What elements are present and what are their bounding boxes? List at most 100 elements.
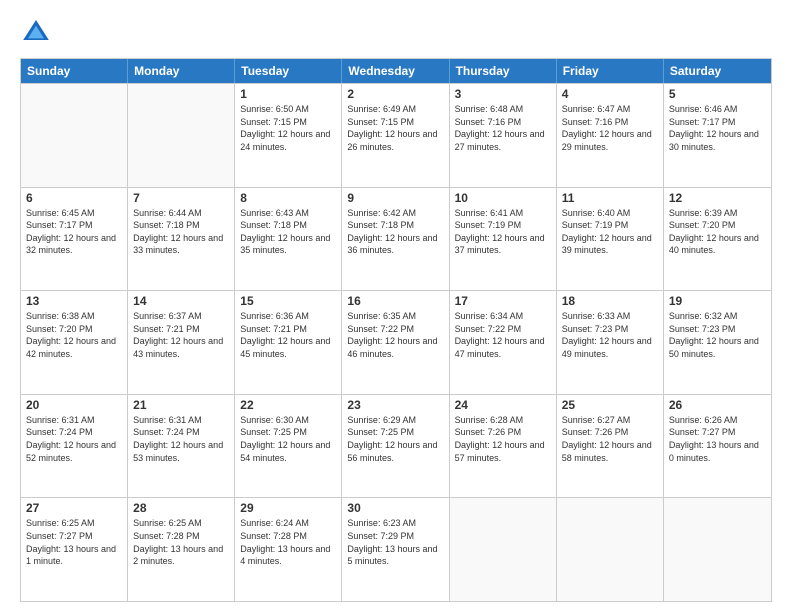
day-number: 6 [26, 191, 122, 205]
day-info: Sunrise: 6:30 AMSunset: 7:25 PMDaylight:… [240, 414, 336, 464]
cal-cell-r0c3: 2 Sunrise: 6:49 AMSunset: 7:15 PMDaylight… [342, 84, 449, 187]
calendar: SundayMondayTuesdayWednesdayThursdayFrid… [20, 58, 772, 602]
day-info: Sunrise: 6:25 AMSunset: 7:27 PMDaylight:… [26, 517, 122, 567]
day-number: 18 [562, 294, 658, 308]
cal-cell-r1c1: 7 Sunrise: 6:44 AMSunset: 7:18 PMDaylight… [128, 188, 235, 291]
day-info: Sunrise: 6:45 AMSunset: 7:17 PMDaylight:… [26, 207, 122, 257]
day-number: 25 [562, 398, 658, 412]
cal-header-wednesday: Wednesday [342, 59, 449, 83]
cal-cell-r4c6 [664, 498, 771, 601]
day-info: Sunrise: 6:40 AMSunset: 7:19 PMDaylight:… [562, 207, 658, 257]
day-number: 16 [347, 294, 443, 308]
logo-icon [20, 16, 52, 48]
day-number: 26 [669, 398, 766, 412]
cal-cell-r3c2: 22 Sunrise: 6:30 AMSunset: 7:25 PMDayligh… [235, 395, 342, 498]
day-number: 20 [26, 398, 122, 412]
cal-cell-r2c6: 19Sunrise: 6:32 AMSunset: 7:23 PMDayligh… [664, 291, 771, 394]
cal-header-friday: Friday [557, 59, 664, 83]
cal-row-3: 20 Sunrise: 6:31 AMSunset: 7:24 PMDayligh… [21, 394, 771, 498]
day-info: Sunrise: 6:42 AMSunset: 7:18 PMDaylight:… [347, 207, 443, 257]
day-info: Sunrise: 6:33 AMSunset: 7:23 PMDaylight:… [562, 310, 658, 360]
day-info: Sunrise: 6:39 AMSunset: 7:20 PMDaylight:… [669, 207, 766, 257]
calendar-header-row: SundayMondayTuesdayWednesdayThursdayFrid… [21, 59, 771, 83]
day-number: 24 [455, 398, 551, 412]
day-number: 4 [562, 87, 658, 101]
day-number: 3 [455, 87, 551, 101]
day-number: 22 [240, 398, 336, 412]
day-number: 5 [669, 87, 766, 101]
cal-cell-r3c6: 26Sunrise: 6:26 AMSunset: 7:27 PMDayligh… [664, 395, 771, 498]
cal-cell-r2c0: 13 Sunrise: 6:38 AMSunset: 7:20 PMDayligh… [21, 291, 128, 394]
cal-row-2: 13 Sunrise: 6:38 AMSunset: 7:20 PMDayligh… [21, 290, 771, 394]
day-number: 1 [240, 87, 336, 101]
day-info: Sunrise: 6:48 AMSunset: 7:16 PMDaylight:… [455, 103, 551, 153]
cal-cell-r3c0: 20 Sunrise: 6:31 AMSunset: 7:24 PMDayligh… [21, 395, 128, 498]
cal-cell-r1c2: 8 Sunrise: 6:43 AMSunset: 7:18 PMDaylight… [235, 188, 342, 291]
day-info: Sunrise: 6:49 AMSunset: 7:15 PMDaylight:… [347, 103, 443, 153]
day-number: 10 [455, 191, 551, 205]
cal-cell-r4c3: 30Sunrise: 6:23 AMSunset: 7:29 PMDayligh… [342, 498, 449, 601]
day-info: Sunrise: 6:38 AMSunset: 7:20 PMDaylight:… [26, 310, 122, 360]
day-number: 7 [133, 191, 229, 205]
cal-cell-r0c0 [21, 84, 128, 187]
header [20, 16, 772, 48]
day-info: Sunrise: 6:36 AMSunset: 7:21 PMDaylight:… [240, 310, 336, 360]
day-number: 9 [347, 191, 443, 205]
cal-row-0: 1 Sunrise: 6:50 AMSunset: 7:15 PMDaylight… [21, 83, 771, 187]
logo [20, 16, 56, 48]
cal-cell-r0c5: 4 Sunrise: 6:47 AMSunset: 7:16 PMDaylight… [557, 84, 664, 187]
cal-cell-r4c5 [557, 498, 664, 601]
day-info: Sunrise: 6:46 AMSunset: 7:17 PMDaylight:… [669, 103, 766, 153]
cal-cell-r2c2: 15Sunrise: 6:36 AMSunset: 7:21 PMDayligh… [235, 291, 342, 394]
day-info: Sunrise: 6:23 AMSunset: 7:29 PMDaylight:… [347, 517, 443, 567]
cal-header-monday: Monday [128, 59, 235, 83]
cal-cell-r4c0: 27 Sunrise: 6:25 AMSunset: 7:27 PMDayligh… [21, 498, 128, 601]
cal-cell-r4c4 [450, 498, 557, 601]
calendar-body: 1 Sunrise: 6:50 AMSunset: 7:15 PMDaylight… [21, 83, 771, 601]
day-number: 23 [347, 398, 443, 412]
cal-cell-r3c3: 23 Sunrise: 6:29 AMSunset: 7:25 PMDayligh… [342, 395, 449, 498]
cal-cell-r3c5: 25 Sunrise: 6:27 AMSunset: 7:26 PMDayligh… [557, 395, 664, 498]
day-number: 11 [562, 191, 658, 205]
day-number: 29 [240, 501, 336, 515]
day-info: Sunrise: 6:29 AMSunset: 7:25 PMDaylight:… [347, 414, 443, 464]
cal-cell-r1c6: 12Sunrise: 6:39 AMSunset: 7:20 PMDayligh… [664, 188, 771, 291]
day-number: 27 [26, 501, 122, 515]
cal-row-4: 27 Sunrise: 6:25 AMSunset: 7:27 PMDayligh… [21, 497, 771, 601]
cal-cell-r1c5: 11 Sunrise: 6:40 AMSunset: 7:19 PMDayligh… [557, 188, 664, 291]
day-info: Sunrise: 6:35 AMSunset: 7:22 PMDaylight:… [347, 310, 443, 360]
cal-cell-r2c4: 17Sunrise: 6:34 AMSunset: 7:22 PMDayligh… [450, 291, 557, 394]
day-number: 13 [26, 294, 122, 308]
cal-cell-r2c3: 16 Sunrise: 6:35 AMSunset: 7:22 PMDayligh… [342, 291, 449, 394]
day-info: Sunrise: 6:44 AMSunset: 7:18 PMDaylight:… [133, 207, 229, 257]
cal-header-saturday: Saturday [664, 59, 771, 83]
day-info: Sunrise: 6:41 AMSunset: 7:19 PMDaylight:… [455, 207, 551, 257]
day-info: Sunrise: 6:50 AMSunset: 7:15 PMDaylight:… [240, 103, 336, 153]
cal-cell-r0c6: 5 Sunrise: 6:46 AMSunset: 7:17 PMDaylight… [664, 84, 771, 187]
day-number: 21 [133, 398, 229, 412]
day-info: Sunrise: 6:27 AMSunset: 7:26 PMDaylight:… [562, 414, 658, 464]
day-info: Sunrise: 6:31 AMSunset: 7:24 PMDaylight:… [26, 414, 122, 464]
day-info: Sunrise: 6:43 AMSunset: 7:18 PMDaylight:… [240, 207, 336, 257]
day-number: 28 [133, 501, 229, 515]
cal-cell-r4c1: 28Sunrise: 6:25 AMSunset: 7:28 PMDayligh… [128, 498, 235, 601]
cal-cell-r3c4: 24 Sunrise: 6:28 AMSunset: 7:26 PMDayligh… [450, 395, 557, 498]
day-number: 14 [133, 294, 229, 308]
page: SundayMondayTuesdayWednesdayThursdayFrid… [0, 0, 792, 612]
cal-cell-r2c5: 18 Sunrise: 6:33 AMSunset: 7:23 PMDayligh… [557, 291, 664, 394]
cal-cell-r2c1: 14Sunrise: 6:37 AMSunset: 7:21 PMDayligh… [128, 291, 235, 394]
day-number: 17 [455, 294, 551, 308]
cal-cell-r1c3: 9 Sunrise: 6:42 AMSunset: 7:18 PMDaylight… [342, 188, 449, 291]
cal-header-tuesday: Tuesday [235, 59, 342, 83]
day-info: Sunrise: 6:31 AMSunset: 7:24 PMDaylight:… [133, 414, 229, 464]
cal-header-sunday: Sunday [21, 59, 128, 83]
cal-header-thursday: Thursday [450, 59, 557, 83]
cal-cell-r1c0: 6 Sunrise: 6:45 AMSunset: 7:17 PMDaylight… [21, 188, 128, 291]
day-info: Sunrise: 6:24 AMSunset: 7:28 PMDaylight:… [240, 517, 336, 567]
cal-cell-r4c2: 29 Sunrise: 6:24 AMSunset: 7:28 PMDayligh… [235, 498, 342, 601]
cal-cell-r0c1 [128, 84, 235, 187]
day-info: Sunrise: 6:47 AMSunset: 7:16 PMDaylight:… [562, 103, 658, 153]
day-info: Sunrise: 6:28 AMSunset: 7:26 PMDaylight:… [455, 414, 551, 464]
day-number: 8 [240, 191, 336, 205]
day-number: 2 [347, 87, 443, 101]
